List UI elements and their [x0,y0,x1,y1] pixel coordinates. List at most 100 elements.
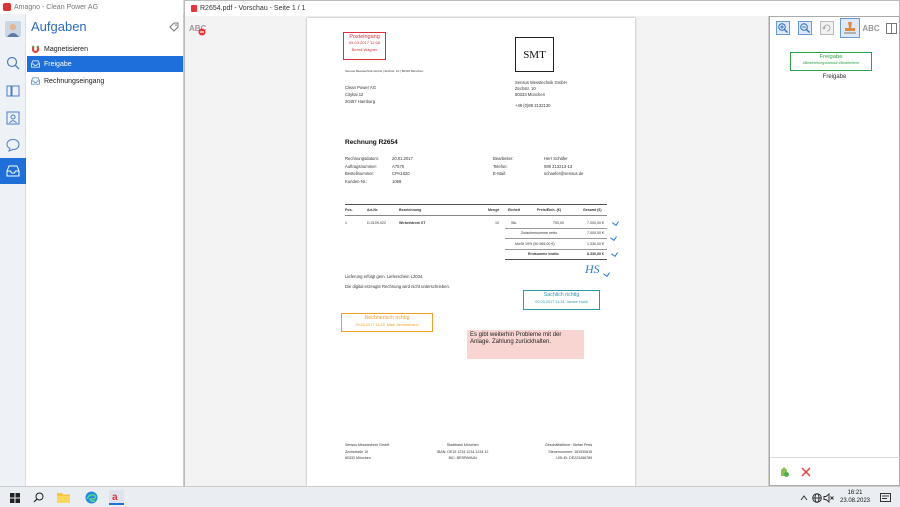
task-item-freigabe[interactable]: Freigabe [27,56,183,72]
subtotal-value: 7.000,00 € [587,231,604,235]
recipient-address: Clean Power AG Citykai 12 20457 Hamburg [345,84,376,105]
task-panel: Aufgaben Magnetisieren Freigabe Rechnung… [26,14,184,486]
stamp-caption: Freigabe [822,74,847,80]
footer-line: BIC: BRSPAMUN [448,456,477,460]
search-icon[interactable] [0,50,26,76]
contacts-icon[interactable] [0,105,26,131]
posteingang-stamp[interactable]: Posteingang 09.03.2017 12:08 Bernd Wagne… [343,32,386,60]
apply-stamp-button[interactable] [778,465,790,483]
svg-text:a: a [112,492,118,502]
table-header: Pos. [345,208,353,212]
meta-key: E-Mail: [493,171,507,176]
recipient-line: 20457 Hamburg [345,99,376,104]
close-icon[interactable] [800,465,812,483]
preview-title: R2654.pdf - Vorschau - Seite 1 / 1 [200,5,306,12]
delivery-note: Lieferung erfolgt gem. Lieferschein L203… [345,274,424,279]
windows-logo-icon [9,492,20,503]
stamp-panel: ABC Freigabe #Bearbeitungsstatus# #Bearb… [768,16,900,486]
table-header-rule [345,215,607,216]
rotate-button[interactable] [819,20,835,36]
taskbar-search-icon[interactable] [31,490,46,505]
documents-icon[interactable] [0,78,26,104]
meta-value: 089 213213-13 [544,163,573,169]
nav-rail [0,14,26,486]
user-avatar[interactable] [0,16,26,42]
file-explorer-icon[interactable] [56,490,71,505]
start-button[interactable] [7,490,22,505]
meta-value: Herr Schäfer [544,156,568,161]
meta-key: Kunden-Nr.: [345,178,368,184]
text-stamp-button[interactable]: ABC [862,20,879,36]
logo-text: SMT [523,48,546,61]
total-label: Endsumme brutto [528,252,559,256]
stamp-date: 09.03.2017 12:08 [348,40,381,45]
document-area: ABC Posteingang 09.03.2017 12:08 Bernd W… [185,16,768,486]
table-cell: D-0109-022 [367,221,386,225]
remove-icon [198,28,206,36]
zoom-in-button[interactable] [775,20,791,36]
task-item-label: Magnetisieren [44,45,88,53]
meta-value: 20.01.2017 [392,156,413,161]
app-logo-icon [3,3,11,11]
totals-rule [505,259,607,260]
tasks-inbox-icon[interactable] [0,158,26,184]
meta-key: Rechnungsdatum: [345,156,379,161]
stamp-name: Mark Zimmermann [386,323,419,327]
footer-line: USt-ID: DE223456789 [556,456,593,460]
footer-line: Geschäftsführer: Stefan Preis [545,443,593,447]
table-cell: 10 [495,221,499,225]
task-item-rechnungseingang[interactable]: Rechnungseingang [27,73,183,89]
rechnerisch-richtig-stamp[interactable]: Rechnerisch richtig 09.03.2017 11:23 Mar… [341,313,433,332]
task-item-magnetisieren[interactable]: Magnetisieren [27,41,183,57]
text-stamp-tool[interactable]: ABC [189,24,206,36]
totals-rule [505,238,607,239]
tag-settings-icon[interactable] [169,22,179,32]
meta-key: Telefon: [493,163,508,169]
stamp-tool-button[interactable] [840,18,860,38]
window-toggle-button[interactable] [883,20,899,36]
magnet-icon [31,45,40,53]
table-cell: 7.000,00 € [587,221,604,225]
stamp-icon [844,22,856,34]
signature-note: Die digital erzeugte Rechnung wird nicht… [345,284,450,289]
table-cell: Wirbelstrom XT [399,221,426,225]
table-cell: 700,00 [553,221,564,225]
recipient-line: Clean Power AG [345,85,376,90]
clock-time: 16:21 [847,490,863,496]
zoom-out-button[interactable] [797,20,813,36]
stamp-title: Rechnerisch richtig [364,315,410,321]
company-logo: SMT [515,37,554,72]
panel-footer [770,457,900,485]
footer-legal: Geschäftsführer: Stefan Preis Steuernumm… [545,442,592,462]
task-panel-title: Aufgaben [31,19,87,34]
chat-icon[interactable] [0,132,26,158]
meta-value: CPA1820 [392,171,410,176]
stamp-name: Bernd Wagner [351,47,378,52]
stamp-date: 09.03.2017 11:23 [355,323,385,327]
table-header: Bezeichnung [399,208,422,212]
stamp-name: Janine Hank [566,300,588,304]
sachlich-richtig-stamp[interactable]: Sachlich richtig 09.03.2017 11:24 Janine… [523,290,600,310]
recipient-line: Citykai 12 [345,92,364,97]
task-item-label: Rechnungseingang [44,77,105,85]
sender-line: Sensus Messtechnik GmbH | Zechstr. 10 | … [345,69,424,73]
notifications-icon[interactable] [878,490,893,505]
preview-window: R2654.pdf - Vorschau - Seite 1 / 1 ABC P… [184,0,900,486]
meta-key: Bestellnummer: [345,171,375,176]
tax-label: MwSt 19% (50.965,00 €) [515,242,555,246]
amagno-app-icon[interactable]: a [109,490,124,505]
note-text: Es gibt weiterhin Probleme mit der Anlag… [470,332,562,345]
sticky-note[interactable]: Es gibt weiterhin Probleme mit der Anlag… [467,330,584,359]
meta-value: schaefer@sensus.de [544,171,584,176]
table-cell: Stk. [511,221,518,225]
edge-browser-icon[interactable] [84,490,99,505]
taskbar-clock[interactable]: 16:21 23.08.2023 [838,489,872,505]
table-header: Art-Nr. [367,208,379,212]
meta-value: A7575 [392,163,405,169]
volume-muted-icon[interactable] [821,490,836,505]
meta-key: Bearbeiter: [493,156,514,161]
inbox-icon [31,60,40,68]
check-mark-icon [610,234,617,241]
freigabe-stamp-template[interactable]: Freigabe #Bearbeitungsstatus# #Bearbeite… [790,52,872,71]
handwritten-initials: HS [585,262,600,276]
